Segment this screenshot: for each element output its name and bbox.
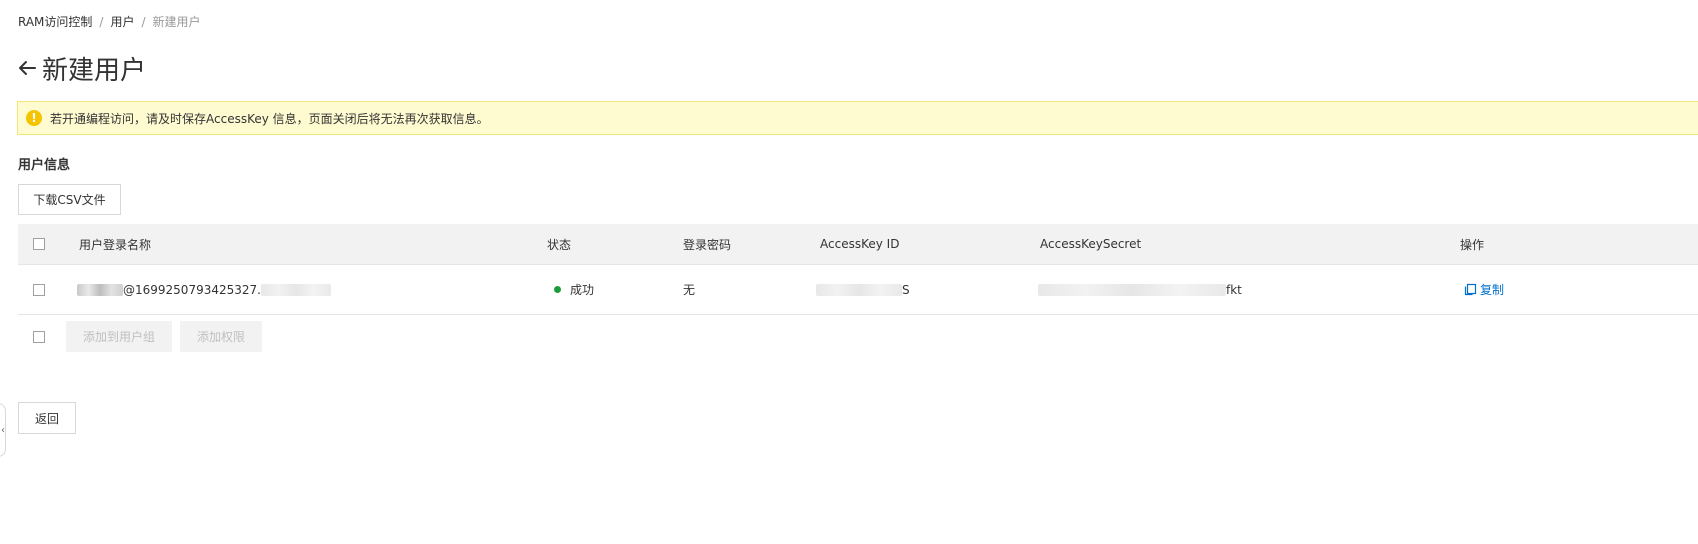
- success-dot-icon: [554, 286, 561, 293]
- breadcrumb-ram[interactable]: RAM访问控制: [18, 15, 92, 29]
- breadcrumb-separator: /: [99, 15, 104, 29]
- breadcrumb-current: 新建用户: [152, 15, 201, 29]
- warning-alert: ! 若开通编程访问，请及时保存AccessKey 信息，页面关闭后将无法再次获取…: [17, 101, 1698, 135]
- add-to-group-button[interactable]: 添加到用户组: [66, 321, 172, 352]
- column-header-access-key-secret: AccessKeySecret: [1040, 237, 1142, 251]
- exclamation-icon: !: [26, 110, 42, 126]
- redacted-access-key-secret: [1038, 283, 1226, 296]
- column-header-status: 状态: [547, 237, 572, 252]
- column-header-access-key-id: AccessKey ID: [820, 237, 900, 251]
- login-name-text: @1699250793425327.: [123, 282, 261, 297]
- login-name-cell: @1699250793425327.: [77, 265, 331, 314]
- column-header-login-name: 用户登录名称: [79, 237, 152, 252]
- chevron-left-icon: ‹: [1, 424, 5, 436]
- section-title: 用户信息: [18, 158, 71, 173]
- copy-label: 复制: [1480, 283, 1505, 297]
- breadcrumb-separator: /: [141, 15, 146, 29]
- breadcrumb: RAM访问控制 / 用户 / 新建用户: [18, 13, 201, 30]
- user-table: 用户登录名称 状态 登录密码 AccessKey ID AccessKeySec…: [18, 224, 1698, 315]
- access-key-secret-cell: fkt: [1038, 265, 1242, 314]
- arrow-left-icon[interactable]: [16, 57, 38, 79]
- copy-button[interactable]: 复制: [1464, 281, 1504, 298]
- redacted-access-key-id: [816, 283, 902, 296]
- access-key-id-cell: S: [816, 265, 910, 314]
- password-cell: 无: [683, 283, 696, 297]
- page-header: 新建用户: [16, 48, 146, 88]
- redacted-domain: [260, 283, 331, 296]
- download-csv-button[interactable]: 下载CSV文件: [18, 184, 121, 215]
- row-checkbox[interactable]: [33, 283, 45, 296]
- sidebar-toggle[interactable]: ‹: [0, 403, 6, 457]
- table-header: 用户登录名称 状态 登录密码 AccessKey ID AccessKeySec…: [18, 224, 1698, 265]
- column-header-actions: 操作: [1460, 237, 1485, 252]
- footer-checkbox[interactable]: [33, 331, 45, 343]
- access-key-secret-text: fkt: [1226, 282, 1242, 297]
- batch-actions: 添加到用户组 添加权限: [18, 321, 418, 353]
- select-all-checkbox[interactable]: [33, 238, 45, 250]
- status-cell: 成功: [554, 265, 594, 314]
- back-button[interactable]: 返回: [18, 402, 76, 434]
- access-key-id-text: S: [902, 282, 910, 297]
- alert-text: 若开通编程访问，请及时保存AccessKey 信息，页面关闭后将无法再次获取信息…: [50, 111, 489, 126]
- add-permission-button[interactable]: 添加权限: [180, 321, 262, 352]
- table-row: @1699250793425327. 成功 无 S fkt 复制: [18, 265, 1698, 315]
- redacted-username: [77, 283, 123, 296]
- page-title: 新建用户: [42, 55, 147, 86]
- status-text: 成功: [570, 283, 595, 297]
- copy-icon: [1464, 283, 1477, 296]
- breadcrumb-users[interactable]: 用户: [110, 15, 134, 29]
- column-header-password: 登录密码: [683, 237, 732, 252]
